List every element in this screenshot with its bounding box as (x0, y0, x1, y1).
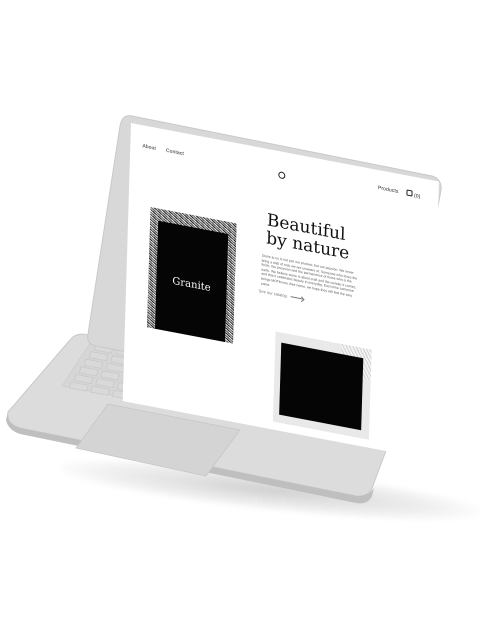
nav-right: Products (0) (378, 184, 421, 200)
cart-icon (406, 189, 413, 197)
laptop-screen: About Contact Products (0) Granite Beaut… (122, 123, 439, 460)
nav-contact-link[interactable]: Contact (166, 148, 184, 157)
cart-count: (0) (413, 192, 421, 201)
logo-mark-icon[interactable] (278, 171, 286, 180)
granite-card-label: Granite (172, 275, 211, 294)
cart-button[interactable]: (0) (406, 189, 421, 201)
secondary-card-panel (279, 342, 364, 431)
arrow-right-icon (290, 296, 303, 300)
nav-products-link[interactable]: Products (378, 185, 399, 195)
hero-title: Beautiful by nature (266, 210, 350, 264)
granite-card[interactable]: Granite (147, 207, 237, 344)
nav-about-link[interactable]: About (142, 143, 156, 152)
secondary-card[interactable] (272, 331, 372, 440)
laptop-mockup-scene: About Contact Products (0) Granite Beaut… (0, 0, 490, 620)
nav-left: About Contact (142, 143, 184, 157)
granite-card-panel: Granite (155, 220, 229, 342)
